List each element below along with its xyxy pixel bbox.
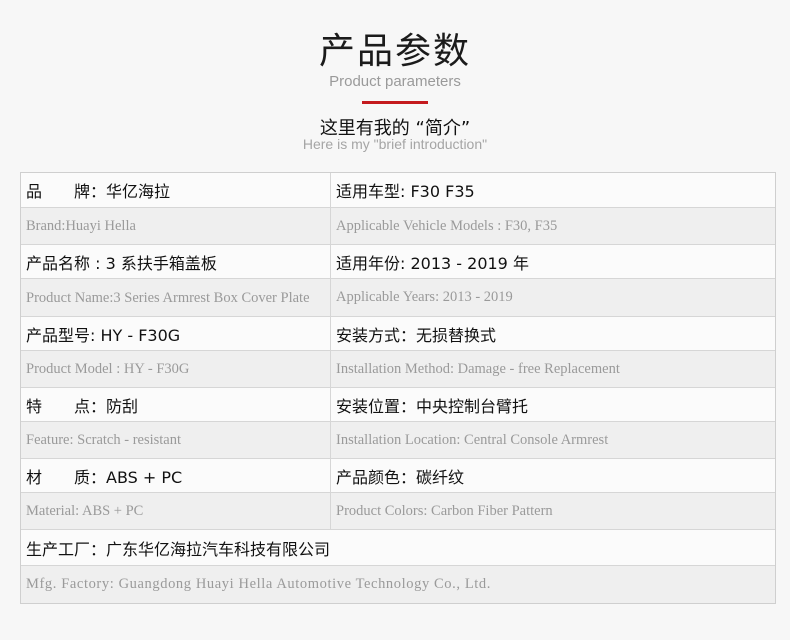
vehicle-cn: 适用车型: F30 F35 [336,182,475,201]
brand-en: Brand:Huayi Hella [21,208,331,244]
location-cn: 安装位置：中央控制台臂托 [336,396,529,416]
brand-cn: 品 牌：华亿海拉 [21,173,331,207]
install-en: Installation Method: Damage - free Repla… [336,360,620,377]
location-en: Installation Location: Central Console A… [336,431,609,448]
intro-subtitle: Here is my "brief introduction" [302,136,488,152]
page-subtitle: Product parameters [329,73,461,90]
name-cn: 产品名称 : 3 系扶手箱盖板 [21,245,331,278]
spec-row: Product Model : HY - F30G Installation M… [21,351,775,388]
years-cn: 适用年份: 2013 - 2019 年 [336,253,529,273]
factory-en: Mfg. Factory: Guangdong Huayi Hella Auto… [26,576,491,592]
spec-row: 产品型号: HY - F30G 安装方式：无损替换式 [21,317,775,351]
spec-row: 材 质：ABS + PC 产品颜色：碳纤纹 [21,459,775,493]
spec-row: 特 点：防刮 安装位置：中央控制台臂托 [21,388,775,422]
feature-en: Feature: Scratch - resistant [21,422,331,458]
years-en: Applicable Years: 2013 - 2019 [336,289,513,305]
install-cn: 安装方式：无损替换式 [336,325,497,345]
feature-cn: 特 点：防刮 [21,388,331,421]
name-en: Product Name:3 Series Armrest Box Cover … [21,279,331,316]
material-cn: 材 质：ABS + PC [21,459,331,492]
spec-row: Product Name:3 Series Armrest Box Cover … [21,279,775,317]
factory-cn: 生产工厂：广东华亿海拉汽车科技有限公司 [26,539,331,559]
model-en: Product Model : HY - F30G [21,351,331,387]
spec-row: Material: ABS + PC Product Colors: Carbo… [21,493,775,530]
red-divider [362,101,428,104]
color-cn: 产品颜色：碳纤纹 [336,467,465,487]
vehicle-en: Applicable Vehicle Models : F30, F35 [336,217,558,234]
spec-row: Mfg. Factory: Guangdong Huayi Hella Auto… [21,566,775,603]
spec-row: Feature: Scratch - resistant Installatio… [21,422,775,459]
model-cn: 产品型号: HY - F30G [21,317,331,350]
spec-row: 生产工厂：广东华亿海拉汽车科技有限公司 [21,530,775,566]
page-title: 产品参数 [318,31,471,72]
color-en: Product Colors: Carbon Fiber Pattern [336,502,553,519]
material-en: Material: ABS + PC [21,493,331,529]
spec-table: 品 牌：华亿海拉 适用车型: F30 F35 Brand:Huayi Hella… [20,172,776,604]
spec-row: 品 牌：华亿海拉 适用车型: F30 F35 [21,173,775,208]
spec-row: Brand:Huayi Hella Applicable Vehicle Mod… [21,208,775,245]
spec-row: 产品名称 : 3 系扶手箱盖板 适用年份: 2013 - 2019 年 [21,245,775,279]
